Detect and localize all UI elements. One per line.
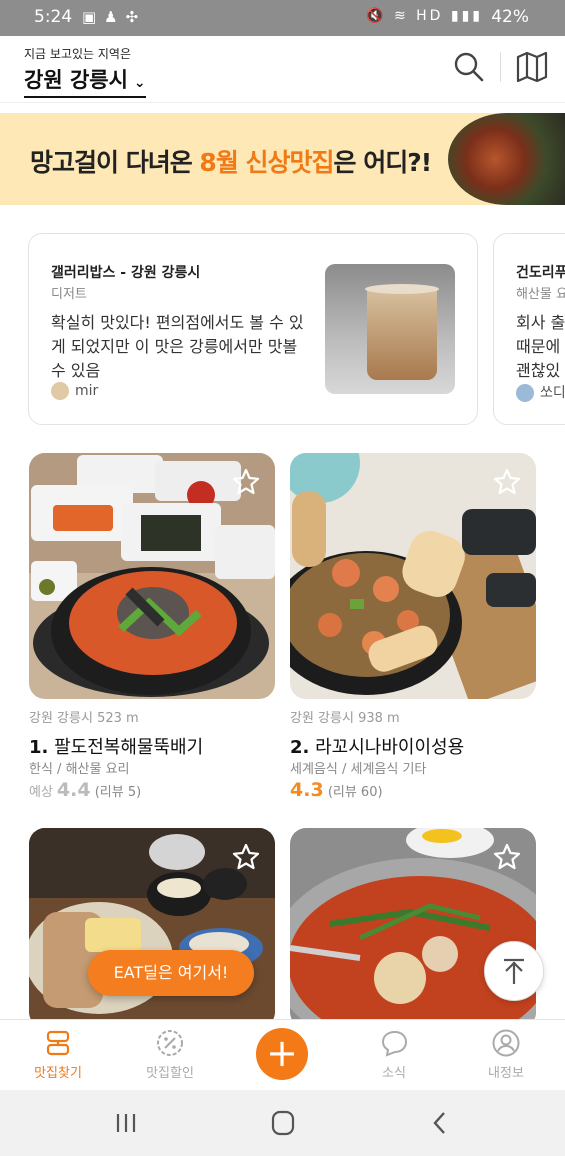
review-category: 해산물 요 [516, 287, 565, 302]
review-title: 건도리푸 [516, 265, 565, 281]
notification-icons: ▣♟✣ [82, 8, 147, 26]
discount-icon [157, 1030, 183, 1056]
review-card[interactable]: 건도리푸 해산물 요 회사 출 때문에 괜찮있 쏘디 [493, 233, 565, 425]
star-icon[interactable] [231, 467, 261, 497]
region-selector[interactable]: 강원 강릉시 ⌄ [24, 64, 146, 98]
chevron-down-icon: ⌄ [133, 75, 146, 91]
app-header: 지금 보고있는 지역은 강원 강릉시 ⌄ [0, 36, 565, 103]
banner-food-image [448, 113, 565, 205]
rating-score: 4.4 [56, 779, 91, 801]
banner-text-highlight: 8월 신상맛집 [199, 148, 334, 177]
scroll-top-button[interactable] [484, 941, 544, 1001]
review-author: mir [51, 382, 98, 400]
restaurant-rating: 예상 4.4 (리뷰 5) [29, 779, 141, 801]
network-label: HD [416, 8, 444, 24]
star-icon[interactable] [492, 467, 522, 497]
restaurant-title: 라꼬시나바이이성용 [315, 737, 465, 758]
restaurant-category: 세계음식 / 세계음식 기타 [290, 762, 427, 777]
banner-text-end: 은 어디?! [333, 148, 433, 177]
review-author-name: 쏘디 [540, 385, 565, 401]
review-card[interactable]: 갤러리밥스 - 강원 강릉시 디저트 확실히 맛있다! 편의점에서도 볼 수 있… [28, 233, 478, 425]
rating-prefix: 예상 [29, 785, 53, 800]
tab-label: 맛집할인 [146, 1066, 194, 1081]
restaurant-rank: 1. [29, 737, 49, 758]
banner-text-start: 망고걸이 다녀온 [30, 148, 200, 177]
app-screen: 5:24 ▣♟✣ 🔇 ≋ HD ▮▮▮ 42% 지금 보고있는 지역은 강원 강… [0, 0, 565, 1156]
avatar [516, 384, 534, 402]
promo-banner[interactable]: 망고걸이 다녀온 8월 신상맛집은 어디?! [0, 113, 565, 205]
review-count: (리뷰 5) [94, 785, 142, 800]
restaurant-title: 팔도전복해물뚝배기 [54, 737, 204, 758]
star-icon[interactable] [231, 842, 261, 872]
restaurant-distance: 강원 강릉시 938 m [290, 711, 400, 726]
map-pin-icon [46, 1030, 70, 1056]
banner-text: 망고걸이 다녀온 8월 신상맛집은 어디?! [30, 143, 433, 179]
avatar [51, 382, 69, 400]
map-icon[interactable] [515, 50, 549, 84]
tab-label: 내정보 [488, 1066, 524, 1081]
tab-my-info[interactable]: 내정보 [451, 1028, 561, 1081]
review-body: 확실히 맛있다! 편의점에서도 볼 수 있게 되었지만 이 맛은 강릉에서만 맛… [51, 313, 304, 380]
restaurant-rank: 2. [290, 737, 310, 758]
system-nav-bar [0, 1090, 565, 1156]
review-photo [325, 264, 455, 394]
home-icon[interactable] [263, 1108, 303, 1138]
back-icon[interactable] [420, 1108, 460, 1138]
restaurant-category: 한식 / 해산물 요리 [29, 762, 130, 777]
review-author: 쏘디 [516, 382, 565, 402]
plus-icon: + [266, 1031, 298, 1075]
region-caption: 지금 보고있는 지역은 [24, 47, 131, 61]
cup-lid-image [365, 284, 439, 294]
restaurant-distance: 강원 강릉시 523 m [29, 711, 139, 726]
status-bar: 5:24 ▣♟✣ 🔇 ≋ HD ▮▮▮ 42% [0, 0, 565, 36]
review-title: 갤러리밥스 - 강원 강릉시 [51, 265, 201, 281]
add-button[interactable]: + [256, 1028, 308, 1080]
star-icon[interactable] [492, 842, 522, 872]
review-body: 회사 출 때문에 괜찮있 [516, 313, 565, 380]
tab-label: 맛집찾기 [34, 1066, 82, 1081]
coffee-cup-image [367, 288, 437, 380]
status-time: 5:24 [34, 7, 73, 27]
tab-news[interactable]: 소식 [339, 1028, 449, 1081]
review-category: 디저트 [51, 287, 87, 302]
chat-bubble-icon [381, 1030, 408, 1057]
restaurant-name: 1. 팔도전복해물뚝배기 [29, 733, 203, 759]
connectivity-icons: 🔇 ≋ HD ▮▮▮ [366, 8, 483, 24]
header-divider [500, 52, 501, 82]
review-count: (리뷰 60) [327, 785, 383, 800]
profile-icon [492, 1029, 520, 1057]
arrow-up-icon [504, 958, 524, 984]
restaurant-rating: 4.3 (리뷰 60) [290, 779, 383, 801]
region-name: 강원 강릉시 [24, 68, 128, 92]
recent-apps-icon[interactable] [106, 1108, 146, 1138]
tab-discounts[interactable]: 맛집할인 [115, 1028, 225, 1081]
tab-label: 소식 [382, 1066, 406, 1081]
restaurant-name: 2. 라꼬시나바이이성용 [290, 733, 464, 759]
eat-deal-button[interactable]: EAT딜은 여기서! [88, 950, 254, 996]
tab-find-restaurants[interactable]: 맛집찾기 [3, 1028, 113, 1081]
rating-score: 4.3 [290, 779, 324, 801]
review-author-name: mir [75, 383, 99, 399]
search-icon[interactable] [452, 50, 486, 84]
battery-level: 42% [491, 7, 529, 27]
